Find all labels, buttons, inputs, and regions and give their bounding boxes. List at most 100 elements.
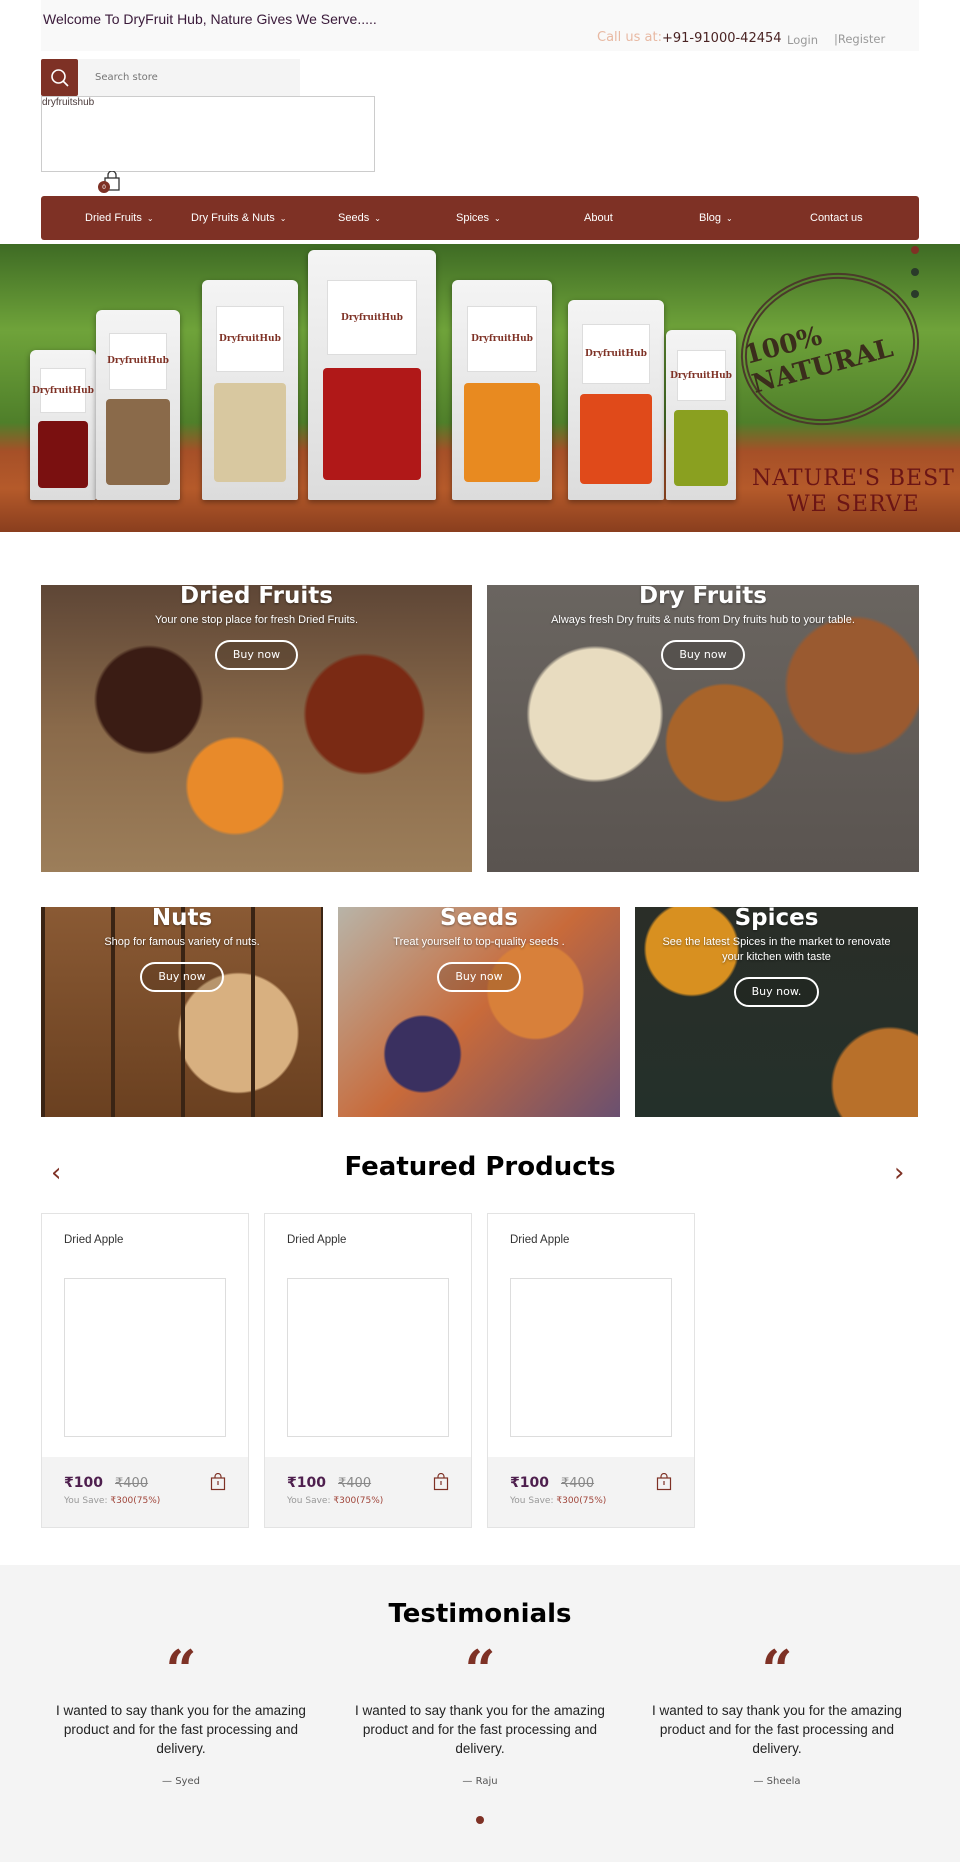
register-link[interactable]: |Register: [834, 32, 885, 46]
product-card[interactable]: Dried Apple ₹100 ₹400 You Save: ₹300(75%…: [264, 1213, 472, 1528]
testimonial-text: I wanted to say thank you for the amazin…: [355, 1703, 605, 1756]
product-name[interactable]: Dried Apple: [64, 1234, 123, 1246]
testimonial-pagination-dot[interactable]: [476, 1816, 484, 1824]
product-price-bar: ₹100 ₹400 You Save: ₹300(75%): [488, 1457, 694, 1527]
category-subtitle: Always fresh Dry fruits & nuts from Dry …: [551, 614, 855, 626]
product-old-price: ₹400: [561, 1476, 595, 1491]
product-name[interactable]: Dried Apple: [287, 1234, 346, 1246]
nav-label: Spices: [456, 212, 490, 224]
product-price: ₹100: [287, 1475, 326, 1491]
nav-label: Dry Fruits & Nuts: [191, 212, 275, 224]
chevron-down-icon: ⌄: [494, 214, 501, 223]
product-price-bar: ₹100 ₹400 You Save: ₹300(75%): [265, 1457, 471, 1527]
add-to-cart-bag-icon[interactable]: [433, 1473, 449, 1491]
product-image[interactable]: [510, 1278, 672, 1437]
login-link[interactable]: Login: [787, 33, 818, 47]
product-price-bar: ₹100 ₹400 You Save: ₹300(75%): [42, 1457, 248, 1527]
quote-icon: “: [464, 1638, 496, 1702]
slider-dot-1[interactable]: [911, 246, 919, 254]
nav-label: About: [584, 212, 613, 224]
nav-label: Seeds: [338, 212, 370, 224]
category-title: Dried Fruits: [180, 585, 333, 609]
product-image[interactable]: [287, 1278, 449, 1437]
chevron-down-icon: ⌄: [726, 214, 733, 223]
testimonial-author: — Raju: [462, 1776, 498, 1787]
product-savings: You Save: ₹300(75%): [510, 1496, 607, 1506]
welcome-message: Welcome To DryFruit Hub, Nature Gives We…: [43, 11, 377, 27]
category-title: Spices: [734, 907, 819, 931]
nav-item-about[interactable]: About: [584, 196, 613, 240]
nav-item-blog[interactable]: Blog ⌄: [699, 196, 733, 240]
nav-item-seeds[interactable]: Seeds ⌄: [338, 196, 381, 240]
nav-label: Dried Fruits: [85, 212, 142, 224]
testimonial-item: “ I wanted to say thank you for the amaz…: [647, 1643, 907, 1787]
product-savings: You Save: ₹300(75%): [64, 1496, 161, 1506]
slider-dot-2[interactable]: [911, 268, 919, 276]
main-nav: Dried Fruits ⌄ Dry Fruits & Nuts ⌄ Seeds ⌄ …: [41, 196, 919, 240]
nav-item-spices[interactable]: Spices ⌄: [456, 196, 501, 240]
nav-item-contact-us[interactable]: Contact us: [810, 196, 863, 240]
testimonial-author: — Sheela: [753, 1776, 801, 1787]
category-banner-seeds[interactable]: Seeds Treat yourself to top-quality seed…: [338, 907, 620, 1117]
product-pack-image: DryfruitHub: [308, 250, 436, 500]
search-input[interactable]: [78, 59, 300, 96]
product-pack-image: DryfruitHub: [96, 310, 180, 500]
product-price: ₹100: [510, 1475, 549, 1491]
slider-dot-3[interactable]: [911, 290, 919, 298]
testimonials-title: Testimonials: [388, 1599, 572, 1629]
testimonials-section: Testimonials “ I wanted to say thank you…: [0, 1565, 960, 1862]
chevron-down-icon: ⌄: [279, 214, 287, 223]
product-card[interactable]: Dried Apple ₹100 ₹400 You Save: ₹300(75%…: [41, 1213, 249, 1528]
top-bar: Welcome To DryFruit Hub, Nature Gives We…: [41, 0, 919, 51]
chevron-down-icon: ⌄: [374, 214, 381, 223]
buy-now-button[interactable]: Buy now: [140, 962, 224, 992]
product-old-price: ₹400: [115, 1476, 149, 1491]
product-pack-image: DryfruitHub: [666, 330, 736, 500]
category-subtitle: Shop for famous variety of nuts.: [104, 936, 260, 948]
quote-icon: “: [761, 1638, 793, 1702]
buy-now-button[interactable]: Buy now: [214, 640, 299, 670]
testimonial-text: I wanted to say thank you for the amazin…: [652, 1703, 902, 1756]
buy-now-button[interactable]: Buy now: [661, 640, 745, 670]
category-banner-nuts[interactable]: Nuts Shop for famous variety of nuts. Bu…: [41, 907, 323, 1117]
category-title: Dry Fruits: [639, 585, 767, 609]
search-icon: [50, 68, 69, 87]
category-banner-dried-fruits[interactable]: Dried Fruits Your one stop place for fre…: [41, 585, 472, 872]
category-banner-dry-fruits[interactable]: Dry Fruits Always fresh Dry fruits & nut…: [487, 585, 919, 872]
buy-now-button[interactable]: Buy now: [437, 962, 521, 992]
product-card[interactable]: Dried Apple ₹100 ₹400 You Save: ₹300(75%…: [487, 1213, 695, 1528]
testimonial-text: I wanted to say thank you for the amazin…: [56, 1703, 306, 1756]
logo-alt-text: dryfruitshub: [42, 97, 95, 108]
cart-count-badge: 0: [98, 181, 110, 193]
add-to-cart-bag-icon[interactable]: [656, 1473, 672, 1491]
category-subtitle: Treat yourself to top-quality seeds .: [393, 936, 565, 948]
product-image[interactable]: [64, 1278, 226, 1437]
site-logo[interactable]: dryfruitshub: [41, 96, 375, 172]
phone-number[interactable]: +91-91000-42454: [662, 31, 782, 46]
featured-products-title: Featured Products: [344, 1152, 616, 1182]
slider-dots: [911, 246, 919, 312]
nav-item-dried-fruits[interactable]: Dried Fruits ⌄: [85, 196, 154, 240]
search-button[interactable]: [41, 59, 78, 96]
buy-now-button[interactable]: Buy now.: [733, 977, 820, 1007]
carousel-next-arrow[interactable]: ›: [894, 1158, 904, 1188]
category-title: Seeds: [440, 907, 518, 931]
category-title: Nuts: [151, 907, 213, 931]
product-price: ₹100: [64, 1475, 103, 1491]
chevron-down-icon: ⌄: [146, 214, 154, 223]
hero-banner[interactable]: DryfruitHub DryfruitHub DryfruitHub Dryf…: [0, 244, 960, 532]
add-to-cart-bag-icon[interactable]: [210, 1473, 226, 1491]
testimonial-item: “ I wanted to say thank you for the amaz…: [350, 1643, 610, 1787]
testimonial-author: — Syed: [162, 1776, 200, 1787]
product-pack-image: DryfruitHub: [30, 350, 96, 500]
category-banner-spices[interactable]: Spices See the latest Spices in the mark…: [635, 907, 918, 1117]
natural-stamp: 100% NATURAL: [723, 253, 937, 445]
product-pack-image: DryfruitHub: [452, 280, 552, 500]
nav-label: Blog: [699, 212, 722, 224]
product-pack-image: DryfruitHub: [202, 280, 298, 500]
category-subtitle: See the latest Spices in the market to r…: [662, 936, 891, 963]
testimonial-item: “ I wanted to say thank you for the amaz…: [51, 1643, 311, 1787]
nav-item-dry-fruits-nuts[interactable]: Dry Fruits & Nuts ⌄: [191, 196, 286, 240]
product-name[interactable]: Dried Apple: [510, 1234, 569, 1246]
nav-label: Contact us: [810, 212, 863, 224]
